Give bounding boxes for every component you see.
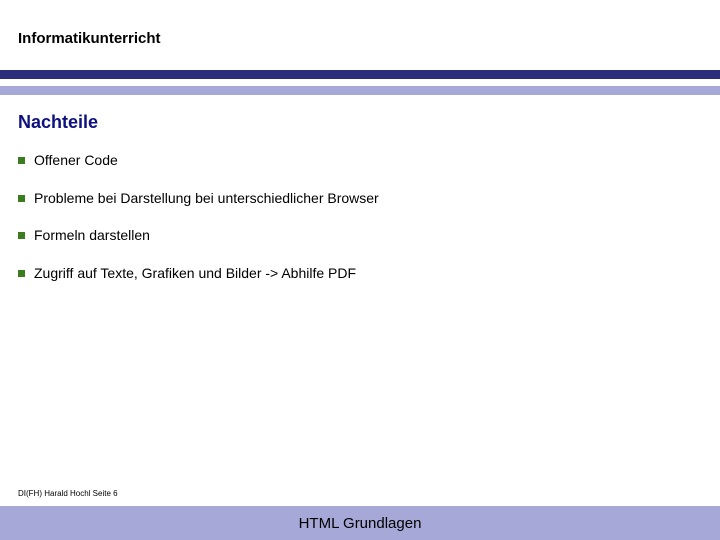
page-header: Informatikunterricht [18, 30, 161, 47]
bullet-text: Zugriff auf Texte, Grafiken und Bilder -… [34, 265, 356, 283]
bullet-icon [18, 195, 25, 202]
bullet-icon [18, 232, 25, 239]
footer-author-page: DI(FH) Harald Hochl Seite 6 [18, 489, 118, 498]
list-item: Zugriff auf Texte, Grafiken und Bilder -… [18, 265, 698, 283]
bullet-text: Offener Code [34, 152, 118, 170]
divider-light [0, 86, 720, 95]
bullet-text: Formeln darstellen [34, 227, 150, 245]
slide: Informatikunterricht Nachteile Offener C… [0, 0, 720, 540]
bullet-icon [18, 157, 25, 164]
bullet-list: Offener Code Probleme bei Darstellung be… [18, 152, 698, 302]
section-title: Nachteile [18, 112, 98, 133]
bullet-icon [18, 270, 25, 277]
footer-title: HTML Grundlagen [299, 515, 422, 532]
list-item: Formeln darstellen [18, 227, 698, 245]
list-item: Offener Code [18, 152, 698, 170]
divider-dark [0, 70, 720, 79]
list-item: Probleme bei Darstellung bei unterschied… [18, 190, 698, 208]
bullet-text: Probleme bei Darstellung bei unterschied… [34, 190, 379, 208]
footer-bar: HTML Grundlagen [0, 506, 720, 540]
